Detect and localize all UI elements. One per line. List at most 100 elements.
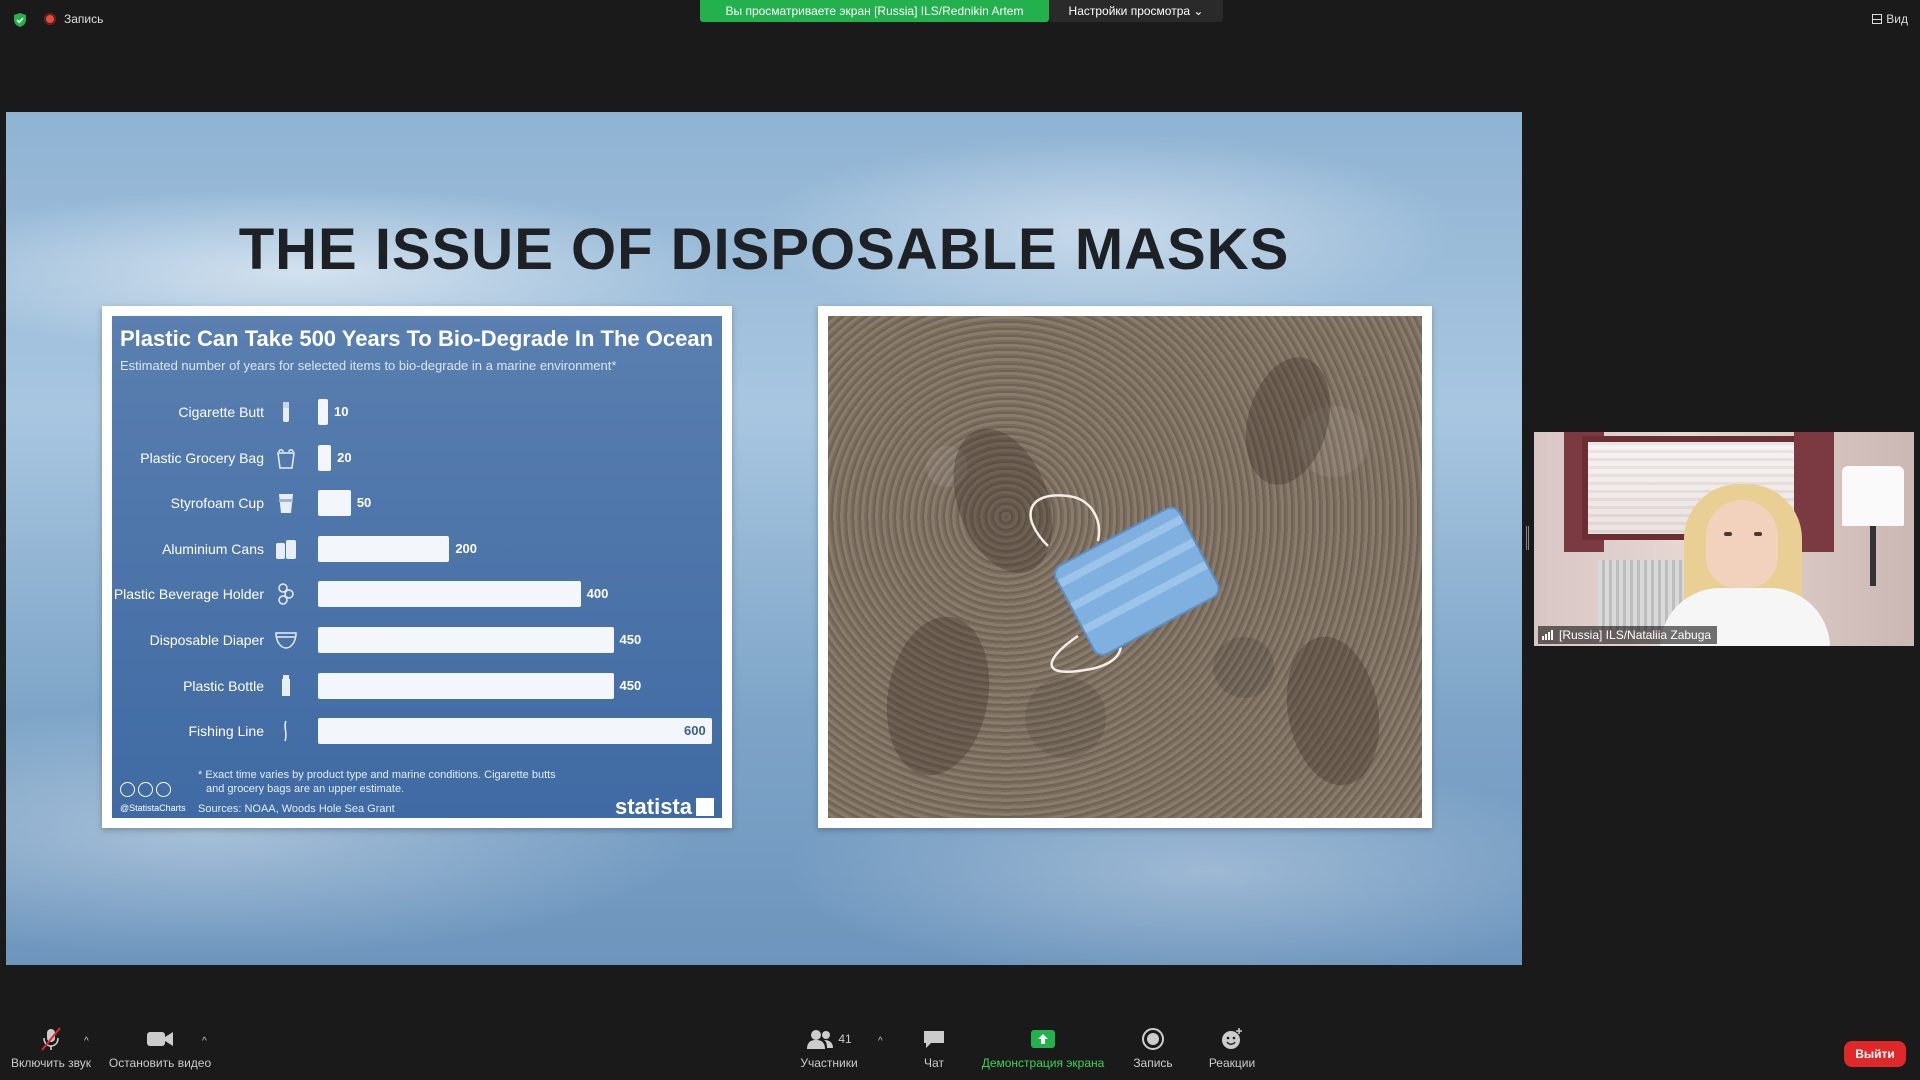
chart-value-label: 450	[619, 632, 642, 647]
chart-row: Styrofoam Cup 50	[112, 487, 722, 519]
chart-category-label: Plastic Bottle	[183, 677, 264, 694]
creative-commons-icon	[120, 782, 171, 797]
unmute-label: Включить звук	[10, 1056, 92, 1070]
chart-subtitle: Estimated number of years for selected i…	[120, 358, 617, 373]
participant-name: [Russia] ILS/Nataliia Zabuga	[1559, 628, 1712, 642]
recording-label: Запись	[64, 12, 104, 26]
statista-mark-icon	[696, 798, 714, 816]
chart-bar	[318, 399, 328, 425]
chart-value-label: 600	[684, 723, 706, 739]
chart-bar	[318, 535, 450, 562]
item-icon	[279, 494, 293, 514]
chat-bubble-icon	[924, 1031, 944, 1048]
statista-logo: statista	[615, 794, 714, 818]
chart-category-label: Aluminium Cans	[162, 540, 264, 557]
record-icon	[1142, 1028, 1164, 1050]
item-icon	[277, 448, 295, 469]
share-screen-button[interactable]: Демонстрация экрана	[978, 1020, 1108, 1080]
participants-count: 41	[838, 1032, 852, 1046]
chart-row: Plastic Beverage Holder 400	[112, 578, 722, 610]
stop-video-label: Остановить видео	[108, 1056, 212, 1070]
chart-card: Plastic Can Take 500 Years To Bio-Degrad…	[102, 306, 732, 828]
item-icon	[275, 632, 297, 649]
photo-card	[818, 306, 1432, 828]
chart-bar	[318, 718, 712, 745]
shared-screen-slide: THE ISSUE OF DISPOSABLE MASKS Plastic Ca…	[6, 112, 1522, 965]
record-button[interactable]: Запись	[1128, 1020, 1178, 1080]
chart-footnote: * Exact time varies by product type and …	[198, 768, 556, 796]
item-icon	[283, 402, 289, 422]
chart-bar	[318, 444, 332, 471]
chart-row: Plastic Grocery Bag 20	[112, 442, 722, 474]
view-label: Вид	[1886, 12, 1908, 26]
chart-category-label: Fishing Line	[188, 723, 265, 740]
panel-resize-handle[interactable]	[1526, 526, 1529, 550]
chart-footnote-line-1: * Exact time varies by product type and …	[198, 769, 556, 781]
view-button[interactable]: Вид	[1872, 12, 1908, 26]
chart-value-label: 10	[334, 404, 349, 419]
chart-category-label: Disposable Diaper	[149, 632, 264, 648]
chart-footnote-line-2: and grocery bags are an upper estimate.	[206, 783, 405, 795]
chart-bar	[318, 627, 614, 653]
chart-source: Sources: NOAA, Woods Hole Sea Grant	[198, 803, 395, 815]
participant-name-tag: [Russia] ILS/Nataliia Zabuga	[1538, 626, 1718, 644]
participants-icon	[807, 1030, 834, 1049]
biodegrade-chart: Plastic Can Take 500 Years To Bio-Degrad…	[112, 316, 722, 818]
gallery-view-icon	[1872, 14, 1883, 24]
chart-row: Fishing Line 600	[112, 715, 722, 747]
chat-button[interactable]: Чат	[912, 1020, 956, 1080]
video-options-caret-icon[interactable]: ^	[202, 1036, 207, 1047]
meeting-toolbar: Включить звук ^ Остановить видео ^ 41 Уч…	[0, 1020, 1920, 1080]
recording-dot-icon	[44, 13, 56, 25]
signal-strength-icon	[1542, 630, 1553, 640]
reactions-button[interactable]: Реакции	[1204, 1020, 1260, 1080]
face-mask-icon	[1029, 494, 1220, 674]
chevron-down-icon: ⌄	[1193, 4, 1204, 18]
leave-meeting-button[interactable]: Выйти	[1844, 1041, 1906, 1067]
reactions-smiley-icon	[1222, 1028, 1242, 1049]
chart-bar	[318, 672, 614, 699]
unmute-button[interactable]: Включить звук	[8, 1020, 94, 1080]
slide-title: THE ISSUE OF DISPOSABLE MASKS	[238, 217, 1290, 282]
chart-category-label: Plastic Beverage Holder	[113, 586, 264, 603]
audio-options-caret-icon[interactable]: ^	[84, 1036, 89, 1047]
participants-options-caret-icon[interactable]: ^	[878, 1036, 883, 1047]
view-settings-label: Настройки просмотра	[1068, 4, 1191, 18]
recording-indicator[interactable]: Запись	[44, 12, 103, 26]
screen-share-banner: Вы просматриваете экран [Russia] ILS/Red…	[700, 0, 1049, 22]
item-icon	[278, 583, 294, 606]
chart-row: Disposable Diaper 450	[112, 624, 722, 656]
stop-video-button[interactable]: Остановить видео	[106, 1020, 214, 1080]
chart-value-label: 20	[337, 449, 352, 465]
participants-label: Участники	[800, 1056, 858, 1070]
chart-value-label: 50	[356, 495, 372, 511]
chat-label: Чат	[924, 1056, 944, 1070]
chart-value-label: 450	[619, 677, 642, 693]
item-icon	[276, 539, 296, 559]
participants-button[interactable]: 41 Участники	[794, 1020, 864, 1080]
microphone-muted-icon	[41, 1027, 61, 1051]
statista-brand-text: statista	[614, 794, 692, 818]
item-icon	[284, 720, 287, 742]
chart-category-label: Styrofoam Cup	[170, 495, 264, 512]
chart-title: Plastic Can Take 500 Years To Bio-Degrad…	[120, 326, 714, 351]
chart-handle: @StatistaCharts	[120, 803, 186, 813]
chart-value-label: 200	[455, 540, 478, 556]
chart-bar	[318, 490, 351, 517]
participant-video-tile[interactable]: [Russia] ILS/Nataliia Zabuga	[1534, 432, 1914, 646]
share-screen-icon	[1031, 1030, 1055, 1048]
reactions-label: Реакции	[1208, 1056, 1256, 1070]
item-icon	[282, 674, 290, 696]
security-shield-icon[interactable]	[12, 12, 28, 28]
video-camera-icon	[147, 1032, 173, 1046]
top-bar: Запись Вы просматриваете экран [Russia] …	[0, 0, 1920, 40]
chart-category-label: Plastic Grocery Bag	[140, 449, 264, 466]
chart-value-label: 400	[586, 586, 609, 602]
chart-row: Aluminium Cans 200	[112, 533, 722, 565]
record-label: Запись	[1133, 1056, 1173, 1070]
chart-row: Plastic Bottle 450	[112, 670, 722, 702]
chart-row: Cigarette Butt 10	[112, 396, 722, 428]
view-settings-dropdown[interactable]: Настройки просмотра ⌄	[1049, 0, 1223, 22]
chart-category-label: Cigarette Butt	[178, 404, 264, 420]
share-screen-label: Демонстрация экрана	[981, 1056, 1105, 1070]
